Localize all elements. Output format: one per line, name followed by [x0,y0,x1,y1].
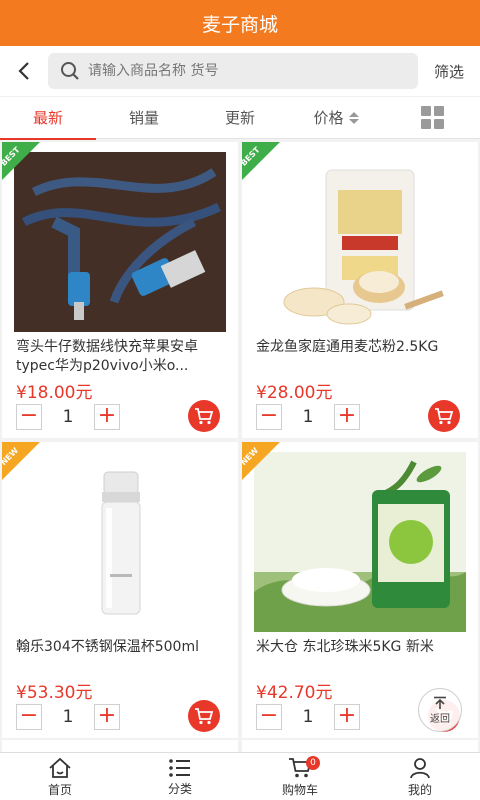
tab-newest[interactable]: 最新 [0,97,96,140]
product-image-rice[interactable] [254,452,466,632]
increase-button[interactable]: + [334,704,360,730]
decrease-button[interactable]: − [16,404,42,430]
product-name[interactable]: 金龙鱼家庭通用麦芯粉2.5KG [256,338,468,376]
tab-label: 价格 [313,109,344,127]
arrow-up-icon [434,696,446,709]
next-product-card-partial[interactable] [2,740,238,752]
new-badge: NEW [242,442,280,480]
tab-home[interactable]: 首页 [0,753,120,800]
back-to-top-label: 返回 [430,713,450,725]
tab-cart[interactable]: 0 购物车 [240,753,360,800]
tab-label: 最新 [32,109,63,127]
increase-button[interactable]: + [94,404,120,430]
add-to-cart-button[interactable] [188,700,220,732]
tab-label: 首页 [47,782,72,797]
chevron-left-icon [18,62,29,80]
sort-arrows-icon [348,111,359,124]
product-price: ¥42.70元 [256,683,333,703]
increase-button[interactable]: + [334,404,360,430]
tab-label: 我的 [407,782,432,797]
product-card[interactable]: BEST 弯头牛仔数据线快充苹果安卓typec华为p20vivo小米o... ¥… [2,142,238,438]
bottom-tab-bar: 首页 分类 0 购物车 我的 [0,752,480,800]
home-icon [49,757,71,778]
quantity-value[interactable]: 1 [42,404,94,430]
add-to-cart-button[interactable] [188,400,220,432]
quantity-stepper: − 1 + [16,404,120,430]
tab-category[interactable]: 分类 [120,753,240,800]
tab-price[interactable]: 价格 [288,97,384,139]
product-price: ¥53.30元 [16,683,93,703]
next-product-card-partial[interactable] [242,740,478,752]
decrease-button[interactable]: − [256,704,282,730]
tab-label: 购物车 [281,782,318,797]
tab-label: 更新 [224,109,255,127]
cart-icon [435,408,454,425]
search-icon [61,62,79,80]
grid-view-icon [420,106,444,129]
product-name[interactable]: 米大仓 东北珍珠米5KG 新米 [256,638,468,676]
best-badge: BEST [242,142,280,180]
product-image-thermos[interactable] [14,452,226,632]
filter-button[interactable]: 筛选 [418,61,480,82]
quantity-stepper: − 1 + [256,404,360,430]
sort-bar: 最新 销量 更新 价格 [0,97,480,140]
cart-icon [195,708,214,725]
search-row: 筛选 [0,46,480,96]
decrease-button[interactable]: − [16,704,42,730]
app-header: 麦子商城 [0,0,480,46]
user-icon [410,757,430,778]
tab-profile[interactable]: 我的 [360,753,480,800]
product-name[interactable]: 弯头牛仔数据线快充苹果安卓typec华为p20vivo小米o... [16,338,228,376]
page-title: 麦子商城 [201,13,278,36]
cart-icon [195,408,214,425]
new-badge: NEW [2,442,40,480]
tab-sales[interactable]: 销量 [96,97,192,139]
product-price: ¥18.00元 [16,383,93,403]
search-input[interactable] [88,63,408,79]
product-card[interactable]: NEW 翰乐304不锈钢保温杯500ml ¥53.30元 − 1 + [2,442,238,738]
quantity-value[interactable]: 1 [282,404,334,430]
quantity-stepper: − 1 + [256,704,360,730]
product-image-flour[interactable] [254,152,466,332]
back-button[interactable] [0,46,48,96]
tab-updated[interactable]: 更新 [192,97,288,139]
best-badge: BEST [2,142,40,180]
product-image-cable[interactable] [14,152,226,332]
tab-label: 销量 [128,109,159,127]
increase-button[interactable]: + [94,704,120,730]
quantity-stepper: − 1 + [16,704,120,730]
cart-count-badge: 0 [306,756,320,770]
quantity-value[interactable]: 1 [282,704,334,730]
layout-toggle-button[interactable] [384,97,480,139]
product-name[interactable]: 翰乐304不锈钢保温杯500ml [16,638,228,676]
back-to-top-button[interactable]: 返回 [418,688,462,732]
list-icon [169,758,190,777]
tab-label: 分类 [167,781,192,796]
add-to-cart-button[interactable] [428,400,460,432]
quantity-value[interactable]: 1 [42,704,94,730]
search-box[interactable] [48,53,418,89]
product-price: ¥28.00元 [256,383,333,403]
product-card[interactable]: BEST 金龙鱼家庭通用麦芯粉2.5KG ¥28.00元 − 1 + [242,142,478,438]
decrease-button[interactable]: − [256,404,282,430]
